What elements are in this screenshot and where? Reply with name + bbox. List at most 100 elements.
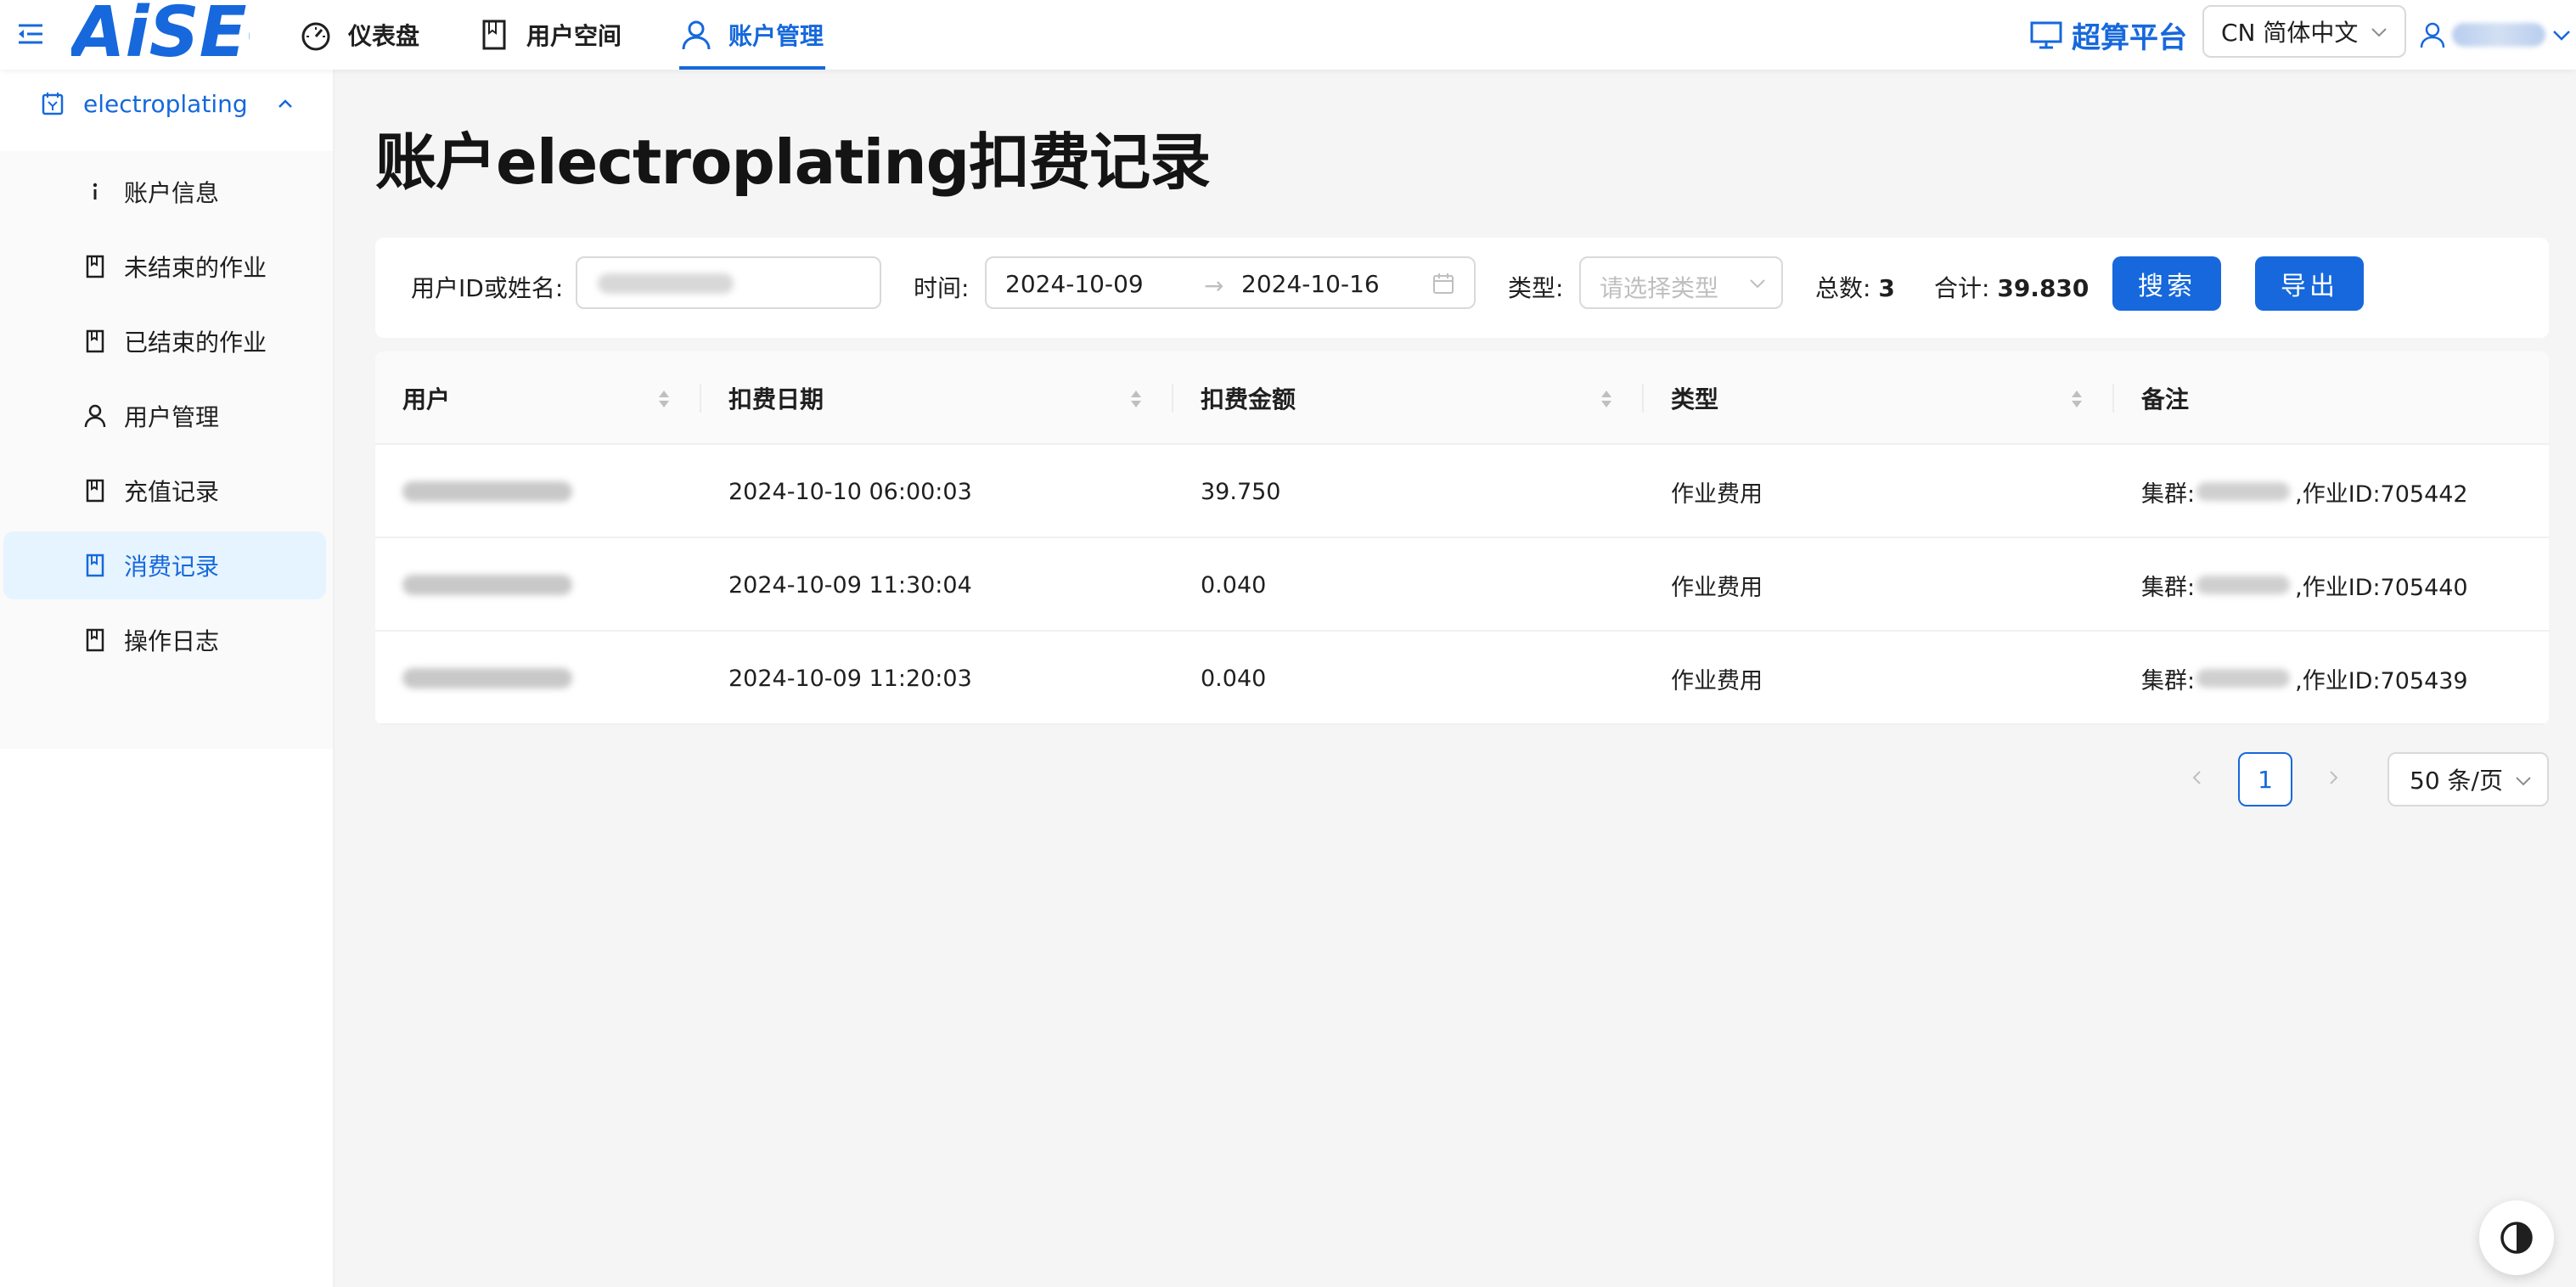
sidebar-item-label: 已结束的作业 (124, 329, 267, 357)
time-filter-label: 时间: (914, 274, 970, 302)
column-separator (2112, 384, 2114, 413)
table-header: 用户 扣费日期 扣费金额 类型 备注 (375, 351, 2549, 445)
sidebar-item-label: 未结束的作业 (124, 254, 267, 282)
sidebar-item-recharge-records[interactable]: 充值记录 (0, 457, 333, 525)
date-start[interactable]: 2024-10-09 (1005, 270, 1144, 298)
chevron-down-icon (2553, 31, 2570, 41)
user-search-input[interactable] (576, 256, 881, 309)
search-button[interactable]: 搜索 (2112, 256, 2221, 311)
cell-type: 作业费用 (1671, 667, 1763, 694)
column-separator (700, 384, 701, 413)
table-row[interactable]: 2024-10-09 11:30:04 0.040 作业费用 集群: ,作业ID… (375, 538, 2549, 632)
user-search-value-redacted (598, 273, 734, 294)
nav-dashboard-label: 仪表盘 (348, 22, 420, 50)
next-page-icon[interactable] (2321, 766, 2345, 790)
chevron-down-icon (2371, 28, 2387, 37)
note-prefix: 集群: (2141, 574, 2196, 601)
note-suffix: ,作业ID:705440 (2295, 574, 2468, 601)
type-select-placeholder: 请选择类型 (1600, 274, 1719, 302)
language-select[interactable]: CN 简体中文 (2202, 5, 2406, 58)
note-prefix: 集群: (2141, 481, 2196, 508)
total-count: 总数: 3 (1815, 270, 1895, 304)
monitor-icon (2030, 21, 2062, 49)
page-title: 账户electroplating扣费记录 (375, 126, 1211, 198)
cell-amount: 0.040 (1201, 571, 1267, 599)
note-suffix: ,作业ID:705439 (2295, 667, 2468, 694)
column-header-amount[interactable]: 扣费金额 (1201, 351, 1296, 445)
user-redacted (402, 668, 572, 688)
sidebar-item-label: 用户管理 (124, 403, 220, 431)
user-filter-label: 用户ID或姓名: (411, 274, 564, 302)
column-header-type[interactable]: 类型 (1671, 351, 1718, 445)
user-menu[interactable] (2418, 0, 2576, 70)
column-header-date[interactable]: 扣费日期 (728, 351, 824, 445)
nav-dashboard[interactable]: 仪表盘 (299, 0, 419, 70)
contrast-icon (2500, 1222, 2533, 1254)
book-icon (86, 554, 104, 577)
column-header-user[interactable]: 用户 (402, 351, 450, 445)
menu-fold-icon[interactable] (15, 19, 46, 49)
chevron-down-icon (1750, 279, 1765, 289)
cell-note: 集群: ,作业ID:705440 (2141, 538, 2468, 632)
book-icon (86, 329, 104, 353)
book-icon (482, 20, 506, 50)
nav-account-management-label: 账户管理 (728, 22, 824, 50)
info-icon (93, 183, 98, 200)
table-row[interactable]: 2024-10-10 06:00:03 39.750 作业费用 集群: ,作业I… (375, 445, 2549, 538)
prev-page-icon[interactable] (2185, 766, 2209, 790)
sidebar-item-label: 账户信息 (124, 179, 220, 207)
page-size-value: 50 条/页 (2410, 767, 2503, 795)
column-separator (1172, 384, 1173, 413)
sort-icon[interactable] (1598, 387, 1615, 411)
date-range-picker[interactable]: 2024-10-09 → 2024-10-16 (985, 256, 1476, 309)
nav-account-management[interactable]: 账户管理 (679, 0, 825, 70)
date-range-arrow-icon: → (1204, 272, 1224, 300)
user-icon (84, 404, 106, 428)
theme-toggle-button[interactable] (2479, 1200, 2554, 1275)
chevron-up-icon (278, 99, 292, 108)
total-count-label: 总数: (1815, 274, 1871, 302)
table-row[interactable]: 2024-10-09 11:20:03 0.040 作业费用 集群: ,作业ID… (375, 632, 2549, 725)
sidebar-item-finished-jobs[interactable]: 已结束的作业 (0, 307, 333, 375)
chevron-down-icon (2516, 777, 2531, 786)
filter-bar: 用户ID或姓名: 时间: 2024-10-09 → 2024-10-16 类型:… (375, 238, 2549, 338)
column-header-note: 备注 (2141, 385, 2190, 413)
sidebar-item-operation-log[interactable]: 操作日志 (0, 606, 333, 674)
page-number-current[interactable]: 1 (2238, 752, 2292, 806)
consumption-table: 用户 扣费日期 扣费金额 类型 备注 2024-10-10 06:00:03 3… (375, 351, 2549, 725)
cluster-redacted (2196, 576, 2291, 594)
platform-label: 超算平台 (2072, 20, 2187, 55)
cell-date: 2024-10-09 11:20:03 (728, 665, 972, 692)
type-select[interactable]: 请选择类型 (1579, 256, 1783, 309)
sort-icon[interactable] (655, 387, 672, 411)
sidebar-item-running-jobs[interactable]: 未结束的作业 (0, 233, 333, 301)
user-icon (682, 20, 711, 50)
platform-link[interactable]: 超算平台 (2029, 0, 2187, 70)
calendar-icon (1433, 273, 1454, 294)
language-value: CN 简体中文 (2221, 19, 2359, 47)
cell-amount: 0.040 (1201, 665, 1267, 692)
cell-note: 集群: ,作业ID:705439 (2141, 632, 2468, 725)
sidebar-item-account-info[interactable]: 账户信息 (0, 158, 333, 226)
account-book-icon (42, 93, 64, 115)
sidebar-item-user-management[interactable]: 用户管理 (0, 382, 333, 450)
sidebar-item-label: 消费记录 (124, 553, 220, 581)
sidebar-item-consumption-records[interactable]: 消费记录 (0, 531, 333, 599)
sort-icon[interactable] (1128, 387, 1145, 411)
total-sum-label: 合计: (1934, 274, 1990, 302)
total-count-value: 3 (1878, 274, 1895, 302)
aisec-logo[interactable]: AiSEC (71, 0, 250, 65)
svg-text:AiSEC: AiSEC (71, 0, 250, 65)
cell-type: 作业费用 (1671, 481, 1763, 508)
sort-icon[interactable] (2068, 387, 2085, 411)
note-suffix: ,作业ID:705442 (2295, 481, 2468, 508)
sidebar-account-electroplating[interactable]: electroplating (0, 70, 333, 138)
nav-user-space[interactable]: 用户空间 (477, 0, 622, 70)
total-sum: 合计: 39.830 (1934, 270, 2089, 304)
user-redacted (402, 575, 572, 595)
export-button[interactable]: 导出 (2255, 256, 2364, 311)
cluster-redacted (2196, 669, 2291, 688)
page-size-select[interactable]: 50 条/页 (2388, 752, 2549, 806)
type-filter-label: 类型: (1508, 274, 1564, 302)
date-end[interactable]: 2024-10-16 (1241, 270, 1380, 298)
